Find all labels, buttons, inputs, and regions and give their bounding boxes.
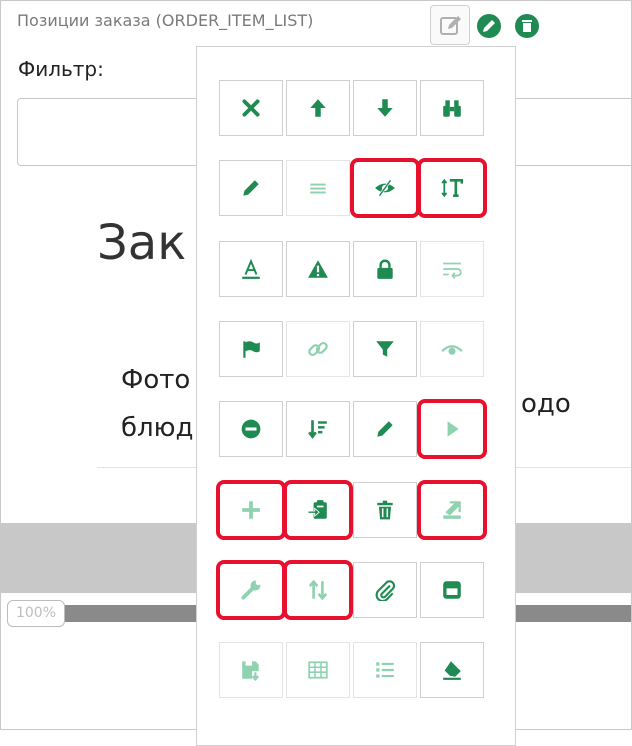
sort-button[interactable] bbox=[286, 562, 350, 618]
plus-button[interactable] bbox=[219, 482, 283, 538]
arrow-down-button[interactable] bbox=[353, 80, 417, 136]
zoom-level[interactable]: 100% bbox=[7, 600, 65, 627]
plus-icon bbox=[242, 501, 260, 519]
warning-button[interactable] bbox=[286, 241, 350, 297]
play-button[interactable] bbox=[420, 401, 484, 457]
table-icon bbox=[308, 661, 328, 679]
close-icon bbox=[242, 99, 260, 117]
export-icon bbox=[443, 501, 461, 519]
paperclip-button[interactable] bbox=[353, 562, 417, 618]
edit-icon bbox=[440, 16, 461, 35]
play-icon bbox=[447, 421, 459, 437]
pencil-icon bbox=[377, 421, 393, 437]
panel-title: Позиции заказа (ORDER_ITEM_LIST) bbox=[17, 11, 314, 30]
text-wrap-icon bbox=[443, 262, 462, 279]
paste-icon bbox=[307, 500, 327, 519]
minus-circle-button[interactable] bbox=[219, 401, 283, 457]
eraser-button[interactable] bbox=[420, 642, 484, 698]
filter-label: Фильтр: bbox=[18, 57, 104, 81]
eraser-icon bbox=[443, 661, 461, 680]
export-button[interactable] bbox=[420, 482, 484, 538]
lock-button[interactable] bbox=[353, 241, 417, 297]
window-button[interactable] bbox=[420, 562, 484, 618]
wrench-button[interactable] bbox=[219, 562, 283, 618]
save-button[interactable] bbox=[219, 642, 283, 698]
pencil-icon bbox=[243, 180, 259, 196]
pencil-button[interactable] bbox=[219, 160, 283, 216]
flag-icon bbox=[243, 341, 260, 358]
eye-button[interactable] bbox=[420, 321, 484, 377]
trash-button[interactable] bbox=[353, 482, 417, 538]
text-height-icon bbox=[441, 178, 463, 198]
save-icon bbox=[242, 661, 259, 681]
eye-slash-button[interactable] bbox=[353, 160, 417, 216]
panel-settings-button[interactable] bbox=[430, 5, 470, 45]
column-header-text: Фото bbox=[121, 365, 191, 395]
text-height-button[interactable] bbox=[420, 160, 484, 216]
panel-delete-button[interactable] bbox=[515, 14, 539, 38]
content-title: Зак bbox=[97, 215, 187, 271]
trash-icon bbox=[377, 500, 393, 520]
paperclip-icon bbox=[375, 580, 396, 601]
minus-circle-icon bbox=[241, 419, 261, 439]
window-icon bbox=[443, 581, 461, 599]
trash-icon bbox=[522, 20, 532, 32]
paste-button[interactable] bbox=[286, 482, 350, 538]
font-button[interactable] bbox=[219, 241, 283, 297]
sort-amount-button[interactable] bbox=[286, 401, 350, 457]
close-button[interactable] bbox=[219, 80, 283, 136]
eye-slash-icon bbox=[375, 179, 395, 197]
list-icon bbox=[310, 183, 326, 194]
eye-icon bbox=[441, 345, 463, 355]
arrow-up-icon bbox=[310, 99, 326, 117]
text-wrap-button[interactable] bbox=[420, 241, 484, 297]
sort-amount-icon bbox=[308, 420, 327, 439]
font-icon bbox=[242, 258, 260, 279]
flag-button[interactable] bbox=[219, 321, 283, 377]
pencil-button[interactable] bbox=[353, 401, 417, 457]
panel-edit-button[interactable] bbox=[477, 14, 501, 38]
list-button[interactable] bbox=[286, 160, 350, 216]
filter-button[interactable] bbox=[353, 321, 417, 377]
table-button[interactable] bbox=[286, 642, 350, 698]
sort-icon bbox=[308, 579, 328, 601]
column-header-text: блюд bbox=[121, 413, 194, 443]
pencil-icon bbox=[483, 20, 495, 32]
toolbar-popup bbox=[196, 46, 516, 746]
wrench-icon bbox=[241, 580, 261, 600]
warning-icon bbox=[308, 260, 328, 278]
arrow-down-icon bbox=[377, 99, 393, 117]
binoculars-icon bbox=[443, 100, 461, 117]
arrow-up-button[interactable] bbox=[286, 80, 350, 136]
lock-icon bbox=[377, 259, 393, 279]
link-button[interactable] bbox=[286, 321, 350, 377]
filter-icon bbox=[376, 341, 394, 357]
column-header-text: одо bbox=[521, 389, 571, 419]
list-ul-button[interactable] bbox=[353, 642, 417, 698]
binoculars-button[interactable] bbox=[420, 80, 484, 136]
list-ul-icon bbox=[376, 662, 394, 678]
link-icon bbox=[308, 341, 328, 357]
